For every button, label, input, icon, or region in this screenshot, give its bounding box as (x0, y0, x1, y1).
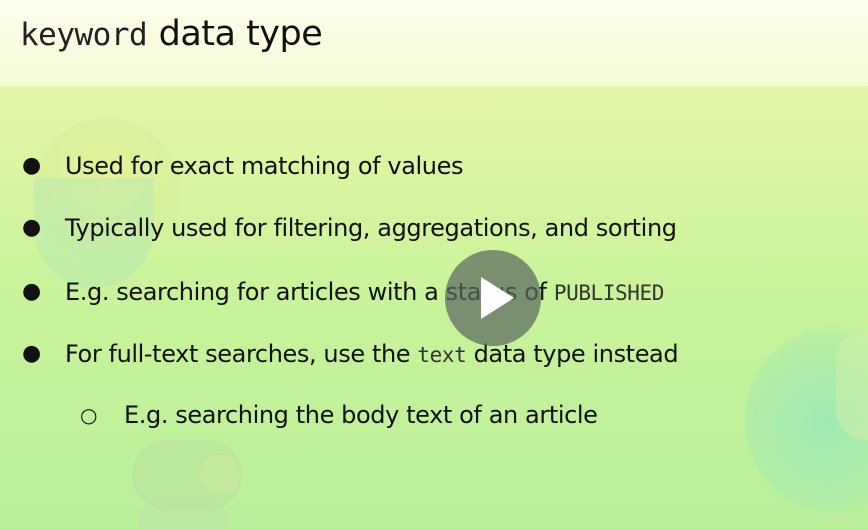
play-button[interactable] (445, 250, 541, 346)
bullet-item: ● For full-text searches, use the text d… (22, 339, 679, 370)
bullet-item: ● Used for exact matching of values (22, 151, 464, 181)
bullet-text: Used for exact matching of values (65, 152, 464, 180)
play-icon (481, 277, 514, 319)
bullet-marker: ● (22, 279, 41, 304)
bullet-code: text (417, 343, 467, 367)
bullet-item: ● E.g. searching for articles with a sta… (22, 277, 665, 308)
bullet-text: Typically used for filtering, aggregatio… (65, 214, 677, 242)
bullet-marker: ● (22, 153, 41, 178)
bullet-list: ● Used for exact matching of values ● Ty… (0, 0, 868, 530)
sub-bullet-text: E.g. searching the body text of an artic… (124, 401, 598, 429)
bullet-marker: ● (22, 215, 41, 240)
bullet-text: For full-text searches, use the (65, 340, 418, 368)
video-slide: keyword data type ● Used for exact match… (0, 0, 868, 530)
bullet-marker: ● (22, 341, 41, 366)
bullet-item: ● Typically used for filtering, aggregat… (22, 213, 677, 243)
bullet-code: PUBLISHED (553, 281, 665, 305)
sub-bullet-item: ○ E.g. searching the body text of an art… (80, 400, 598, 430)
sub-bullet-marker: ○ (80, 403, 98, 427)
